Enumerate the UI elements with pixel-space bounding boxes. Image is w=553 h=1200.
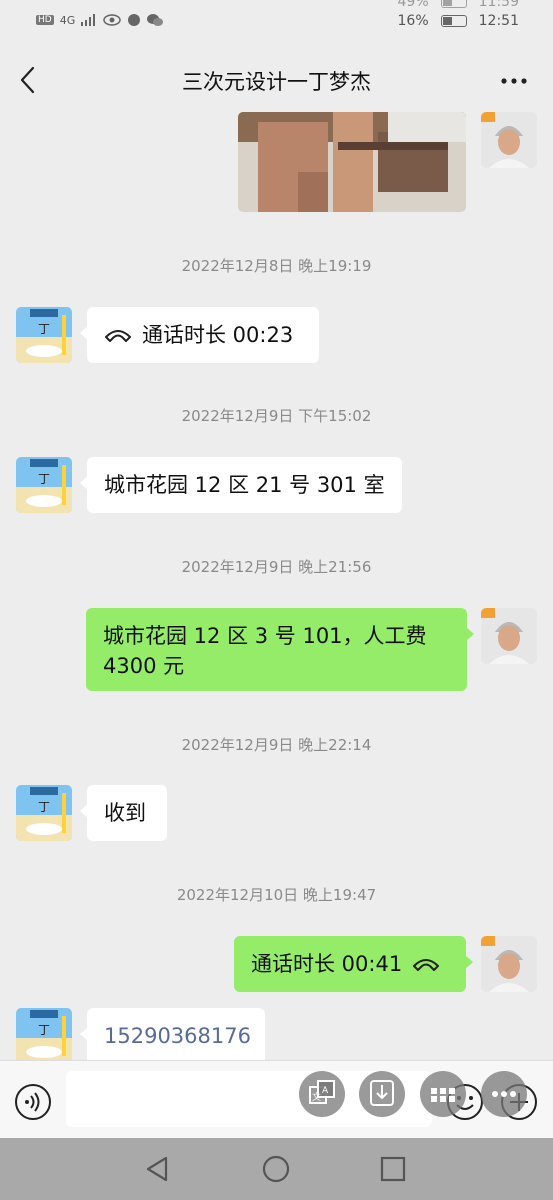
clock: 12:51 bbox=[478, 13, 519, 29]
more-icon bbox=[492, 1091, 516, 1097]
clock: 11:59 bbox=[478, 0, 519, 10]
status-bar: 49% 11:59 HD 4G 16% 12:51 bbox=[0, 0, 553, 32]
translate-icon: 文 A bbox=[309, 1080, 335, 1104]
nav-recents-button[interactable] bbox=[376, 1152, 410, 1186]
svg-text:丁: 丁 bbox=[38, 1023, 50, 1037]
call-row: 通话时长 00:41 bbox=[251, 949, 449, 979]
translate-button[interactable]: 文 A bbox=[299, 1071, 345, 1117]
contact-avatar-image: 丁 bbox=[16, 1008, 72, 1060]
more-button[interactable] bbox=[497, 66, 533, 96]
voice-button[interactable] bbox=[14, 1083, 52, 1121]
user-photo-avatar bbox=[481, 608, 537, 664]
received-phone-bubble[interactable]: 15290368176 bbox=[80, 1008, 265, 1060]
battery-percent: 49% bbox=[397, 0, 429, 10]
call-duration-text: 通话时长 00:23 bbox=[142, 323, 294, 347]
input-bar: 文 A bbox=[0, 1060, 553, 1138]
eye-icon bbox=[103, 14, 121, 26]
more-dots-icon bbox=[501, 78, 527, 84]
sent-text-bubble[interactable]: 城市花园 12 区 3 号 101，人工费 4300 元 bbox=[86, 608, 474, 691]
svg-text:丁: 丁 bbox=[38, 322, 50, 336]
battery-percent: 16% bbox=[397, 13, 429, 29]
avatar-self[interactable] bbox=[481, 112, 537, 168]
message-text: 城市花园 12 区 3 号 101，人工费 4300 元 bbox=[103, 624, 427, 678]
voice-icon bbox=[15, 1084, 51, 1120]
svg-text:丁: 丁 bbox=[38, 472, 50, 486]
message-text: 收到 bbox=[104, 801, 146, 825]
status-row-ghost: 49% 11:59 bbox=[0, 0, 553, 10]
received-call-bubble[interactable]: 通话时长 00:23 bbox=[80, 307, 319, 363]
status-row: HD 4G 16% 12:51 bbox=[0, 13, 553, 29]
hd-badge: HD bbox=[36, 15, 54, 25]
phone-number-link[interactable]: 15290368176 bbox=[104, 1024, 251, 1048]
user-photo-avatar bbox=[481, 936, 537, 992]
nav-back-button[interactable] bbox=[142, 1152, 176, 1186]
avatar-contact[interactable]: 丁 bbox=[16, 785, 72, 841]
chat-header: 三次元设计一丁梦杰 bbox=[0, 48, 553, 112]
svg-text:A: A bbox=[322, 1086, 329, 1096]
user-photo-avatar bbox=[481, 112, 537, 168]
nav-home-button[interactable] bbox=[259, 1152, 293, 1186]
image-message[interactable] bbox=[238, 112, 466, 212]
phone-icon bbox=[413, 959, 440, 971]
battery-icon bbox=[440, 0, 467, 8]
chat-area[interactable]: 2022年12月8日 晚上19:19 丁 通话时长 00:23 2022年12月… bbox=[0, 112, 553, 1060]
timestamp: 2022年12月10日 晚上19:47 bbox=[176, 886, 377, 904]
photo-thumbnail bbox=[238, 112, 466, 212]
avatar-self[interactable] bbox=[481, 608, 537, 664]
timestamp: 2022年12月9日 下午15:02 bbox=[181, 407, 372, 425]
timestamp: 2022年12月9日 晚上21:56 bbox=[181, 558, 372, 576]
avatar-contact[interactable]: 丁 bbox=[16, 307, 72, 363]
more-float-button[interactable] bbox=[481, 1071, 527, 1117]
alarm-icon bbox=[128, 14, 141, 26]
download-button[interactable] bbox=[359, 1071, 405, 1117]
sent-call-bubble[interactable]: 通话时长 00:41 bbox=[234, 936, 473, 992]
message-text: 城市花园 12 区 21 号 301 室 bbox=[104, 473, 385, 497]
network-type: 4G bbox=[59, 13, 76, 27]
svg-text:丁: 丁 bbox=[38, 800, 50, 814]
contact-avatar-image: 丁 bbox=[16, 307, 72, 363]
avatar-contact[interactable]: 丁 bbox=[16, 457, 72, 513]
download-icon bbox=[370, 1080, 394, 1106]
timestamp: 2022年12月8日 晚上19:19 bbox=[181, 257, 372, 275]
wechat-icon bbox=[147, 14, 164, 26]
timestamp: 2022年12月9日 晚上22:14 bbox=[181, 736, 372, 754]
contact-avatar-image: 丁 bbox=[16, 457, 72, 513]
triangle-back-icon bbox=[146, 1156, 168, 1182]
received-text-bubble[interactable]: 收到 bbox=[80, 785, 167, 841]
chat-title: 三次元设计一丁梦杰 bbox=[182, 70, 371, 94]
circle-home-icon bbox=[262, 1155, 290, 1183]
phone-icon bbox=[105, 330, 131, 342]
system-navigation-bar bbox=[0, 1138, 553, 1200]
call-row: 通话时长 00:23 bbox=[104, 320, 302, 350]
call-duration-text: 通话时长 00:41 bbox=[251, 952, 403, 976]
svg-text:文: 文 bbox=[312, 1091, 321, 1103]
grid-icon bbox=[431, 1088, 455, 1102]
signal-icon bbox=[81, 14, 96, 26]
square-recents-icon bbox=[380, 1156, 406, 1182]
avatar-contact[interactable]: 丁 bbox=[16, 1008, 72, 1060]
received-text-bubble[interactable]: 城市花园 12 区 21 号 301 室 bbox=[80, 457, 402, 513]
avatar-self[interactable] bbox=[481, 936, 537, 992]
contact-avatar-image: 丁 bbox=[16, 785, 72, 841]
battery-icon bbox=[440, 15, 467, 27]
grid-button[interactable] bbox=[420, 1071, 466, 1117]
